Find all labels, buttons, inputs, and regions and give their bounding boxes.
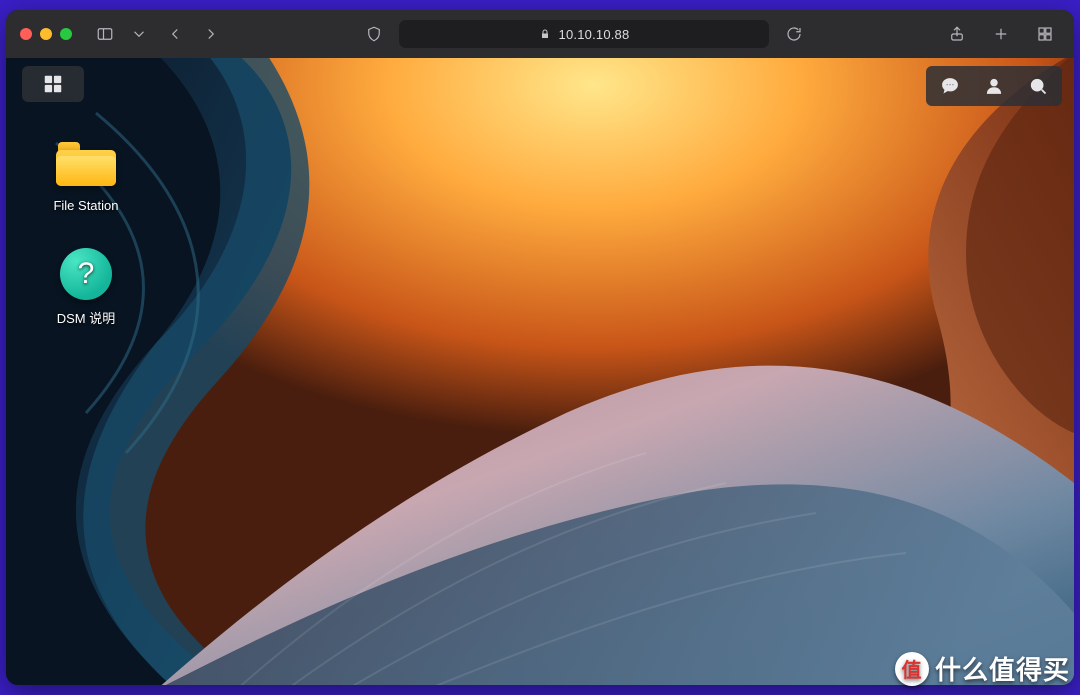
- user-icon: [984, 76, 1004, 96]
- share-button[interactable]: [942, 20, 972, 48]
- lock-icon: [539, 28, 551, 40]
- search-icon: [1028, 76, 1048, 96]
- watermark-text: 什么值得买: [935, 650, 1070, 687]
- browser-window: 10.10.10.88: [6, 10, 1074, 685]
- dsm-system-tray: [926, 66, 1062, 106]
- desktop-icon-dsm-help[interactable]: ? DSM 说明: [36, 248, 136, 327]
- tab-dropdown-button[interactable]: [130, 20, 148, 48]
- notifications-button[interactable]: [930, 70, 970, 102]
- minimize-window-button[interactable]: [40, 28, 52, 40]
- address-text: 10.10.10.88: [559, 27, 630, 42]
- search-button[interactable]: [1018, 70, 1058, 102]
- back-button[interactable]: [160, 20, 190, 48]
- chat-bubble-icon: [940, 76, 960, 96]
- desktop-wallpaper: [6, 58, 1074, 685]
- window-controls: [20, 28, 72, 40]
- tab-overview-button[interactable]: [1030, 20, 1060, 48]
- address-bar[interactable]: 10.10.10.88: [399, 20, 769, 48]
- desktop-icon-file-station[interactable]: File Station: [36, 138, 136, 213]
- folder-icon: [54, 138, 118, 190]
- reload-button[interactable]: [779, 20, 809, 48]
- sidebar-toggle-button[interactable]: [90, 20, 120, 48]
- desktop-icon-label: DSM 说明: [36, 308, 136, 327]
- new-tab-button[interactable]: [986, 20, 1016, 48]
- watermark-badge: 值: [895, 652, 929, 686]
- privacy-shield-button[interactable]: [359, 20, 389, 48]
- apps-grid-icon: [42, 73, 64, 95]
- user-account-button[interactable]: [974, 70, 1014, 102]
- page-content: File Station ? DSM 说明: [6, 58, 1074, 685]
- close-window-button[interactable]: [20, 28, 32, 40]
- help-icon: ?: [54, 248, 118, 300]
- watermark: 值 什么值得买: [895, 650, 1070, 687]
- dsm-main-menu-button[interactable]: [22, 66, 84, 102]
- forward-button[interactable]: [196, 20, 226, 48]
- browser-toolbar: 10.10.10.88: [6, 10, 1074, 58]
- desktop-icon-label: File Station: [36, 198, 136, 213]
- zoom-window-button[interactable]: [60, 28, 72, 40]
